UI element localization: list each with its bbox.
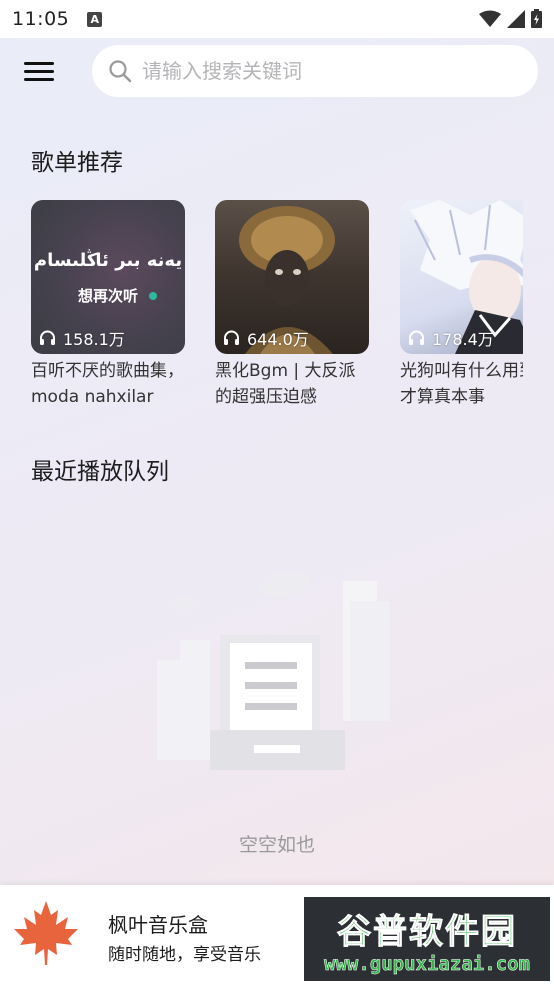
- menu-icon-line: [24, 62, 54, 65]
- play-count: 644.0万: [223, 326, 309, 350]
- battery-icon: [531, 9, 542, 28]
- play-count-value: 178.4万: [432, 330, 494, 349]
- search-bar[interactable]: [92, 45, 538, 97]
- wifi-icon: [479, 10, 501, 27]
- status-icons: [479, 9, 542, 28]
- player-title[interactable]: 枫叶音乐盒: [108, 909, 208, 938]
- playlist-card[interactable]: 644.0万 黑化Bgm | 大反派的超强压迫感: [215, 200, 369, 410]
- playlist-name[interactable]: 百听不厌的歌曲集，moda nahxilar: [31, 358, 185, 410]
- menu-icon-line: [24, 70, 54, 73]
- headphones-icon: [40, 330, 55, 345]
- notification-badge: A: [87, 11, 103, 27]
- play-count: 158.1万: [39, 326, 125, 350]
- menu-icon-line: [24, 78, 54, 81]
- section-title-recent: 最近播放队列: [31, 459, 169, 485]
- playlist-cover[interactable]: 644.0万: [215, 200, 369, 354]
- cover-text: يەنە بىر ئاڭلىسام: [33, 250, 183, 271]
- playlist-row[interactable]: يەنە بىر ئاڭلىسام 想再次听 158.1万 百听不厌的歌曲集，m…: [31, 200, 523, 415]
- search-input[interactable]: [142, 59, 502, 83]
- playlist-cover[interactable]: 178.4万: [400, 200, 523, 354]
- watermark-logo: 谷普软件园 www.gupuxiazai.com: [304, 897, 550, 981]
- playlist-card[interactable]: يەنە بىر ئاڭلىسام 想再次听 158.1万 百听不厌的歌曲集，m…: [31, 200, 185, 410]
- watermark-title: 谷普软件园: [337, 911, 517, 952]
- empty-state-text: 空空如也: [238, 834, 315, 856]
- cover-subtext: 想再次听: [77, 287, 138, 305]
- playlist-card[interactable]: 178.4万 光狗叫有什么用到我才算真本事: [400, 200, 523, 410]
- headphones-icon: [409, 330, 424, 345]
- search-icon: [109, 60, 132, 83]
- section-title-recommended: 歌单推荐: [31, 150, 123, 176]
- play-count-value: 644.0万: [247, 330, 309, 349]
- playlist-name[interactable]: 光狗叫有什么用到我才算真本事: [400, 358, 523, 410]
- headphones-icon: [224, 330, 239, 345]
- menu-button[interactable]: [24, 62, 54, 84]
- play-count-value: 158.1万: [63, 330, 125, 349]
- maple-leaf-icon: [14, 901, 78, 965]
- status-bar: 11:05 A: [0, 0, 554, 38]
- play-count: 178.4万: [408, 326, 494, 350]
- playlist-cover[interactable]: يەنە بىر ئاڭلىسام 想再次听 158.1万: [31, 200, 185, 354]
- status-time: 11:05: [12, 8, 70, 30]
- player-subtitle: 随时随地，享受音乐: [108, 945, 261, 965]
- watermark-url: www.gupuxiazai.com: [324, 952, 530, 975]
- player-bar[interactable]: 枫叶音乐盒 随时随地，享受音乐 谷普软件园 www.gupuxiazai.com: [0, 885, 554, 985]
- signal-icon: [507, 9, 525, 28]
- playlist-name[interactable]: 黑化Bgm | 大反派的超强压迫感: [215, 358, 369, 410]
- header: [0, 44, 554, 98]
- empty-box-illustration: [157, 571, 390, 770]
